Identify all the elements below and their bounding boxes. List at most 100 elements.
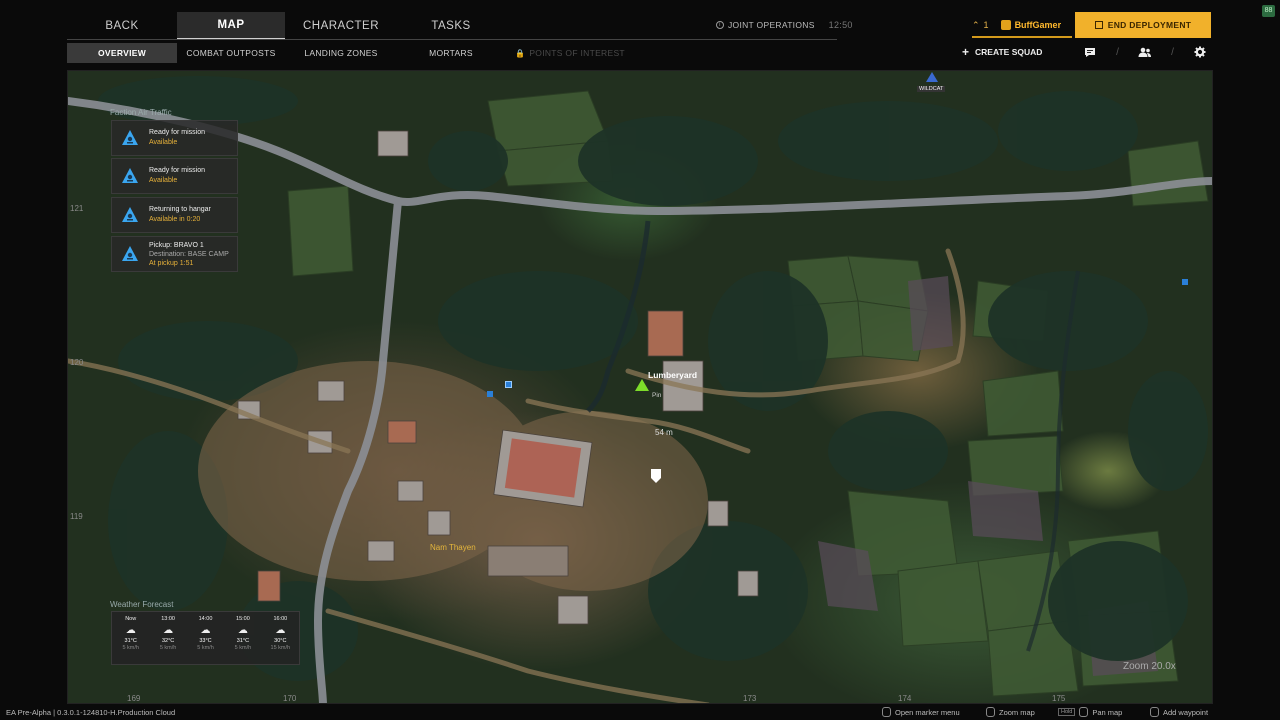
air-traffic-card[interactable]: Ready for mission Available	[111, 158, 238, 194]
tab-map[interactable]: MAP	[177, 12, 285, 40]
weather-hour: Now	[125, 616, 137, 622]
grid-label: 121	[70, 204, 84, 213]
player-marker-icon	[635, 379, 649, 391]
air-traffic-title: Faction Air Traffic	[110, 108, 172, 117]
helicopter-icon	[122, 207, 138, 222]
create-squad-label: CREATE SQUAD	[975, 47, 1043, 57]
subtab-mortars[interactable]: MORTARS	[397, 43, 505, 63]
weather-hour: 13:00	[161, 616, 175, 622]
mouse-left-icon	[1079, 707, 1089, 717]
tab-character[interactable]: CHARACTER	[285, 12, 397, 40]
air-availability: At pickup 1:51	[149, 259, 194, 267]
info-icon: i	[716, 21, 724, 29]
base-marker-icon	[926, 72, 938, 82]
base-label: WILDCAT	[917, 86, 946, 92]
friendly-marker-icon	[487, 391, 493, 397]
weather-temp: 30°C	[274, 638, 287, 644]
air-availability: Available in 0:20	[149, 216, 201, 223]
weather-wind: 15 km/h	[270, 645, 291, 651]
weather-wind: 5 km/h	[122, 645, 139, 651]
air-status: Returning to hangar	[149, 206, 211, 213]
cloud-rain-icon: ☁	[125, 625, 136, 636]
grid-label: 174	[898, 694, 912, 703]
weather-temp: 31°C	[124, 638, 137, 644]
weather-column: 14:00 ☁ 33°C 5 km/h	[187, 612, 224, 664]
divider: /	[1116, 46, 1119, 58]
subtab-combat-outposts[interactable]: COMBAT OUTPOSTS	[177, 43, 285, 63]
air-status: Pickup: BRAVO 1	[149, 241, 204, 249]
air-traffic-card[interactable]: Returning to hangar Available in 0:20	[111, 197, 238, 233]
hint-zoom-map: Zoom map	[986, 707, 1035, 717]
location-sublabel: Pin	[652, 392, 662, 399]
weather-title: Weather Forecast	[110, 600, 174, 609]
grid-label: 170	[283, 694, 297, 703]
cloud-rain-icon: ☁	[237, 625, 248, 636]
main-tabs: BACK MAP CHARACTER TASKS	[67, 12, 505, 40]
mouse-wheel-icon	[986, 707, 995, 717]
tab-back[interactable]: BACK	[67, 12, 177, 40]
hint-label: Zoom map	[999, 707, 1035, 717]
mouse-left-icon	[1150, 707, 1159, 717]
weather-hour: 15:00	[236, 616, 250, 622]
cloud-rain-icon: ☁	[200, 625, 211, 636]
helicopter-icon	[122, 130, 138, 145]
weather-hour: 14:00	[198, 616, 213, 622]
grid-label: 169	[127, 694, 141, 703]
version-label: EA Pre-Alpha | 0.3.0.1-124810-H.Producti…	[6, 708, 176, 717]
hint-pan-map: Hold Pan map	[1058, 707, 1122, 717]
grid-label: 173	[743, 694, 757, 703]
weather-temp: 33°C	[199, 638, 212, 644]
player-info[interactable]: ⌃ 1 BuffGamer	[972, 14, 1072, 38]
gear-icon	[1194, 46, 1206, 58]
subtab-landing-zones[interactable]: LANDING ZONES	[285, 43, 397, 63]
mouse-right-icon	[882, 707, 891, 717]
air-traffic-card[interactable]: Pickup: BRAVO 1 Destination: BASE CAMP At …	[111, 236, 238, 272]
weather-column: 15:00 ☁ 31°C 5 km/h	[224, 612, 261, 664]
create-squad-button[interactable]: + CREATE SQUAD	[962, 43, 1042, 61]
settings-button[interactable]	[1190, 43, 1210, 61]
weather-temp: 32°C	[161, 638, 175, 644]
chat-icon	[1085, 47, 1095, 57]
weather-wind: 5 km/h	[234, 645, 252, 651]
divider: /	[1171, 46, 1174, 58]
game-mode-label: JOINT OPERATIONS	[728, 20, 815, 30]
air-traffic-card[interactable]: Ready for mission Available	[111, 120, 238, 156]
subtab-points-of-interest: 🔒 POINTS OF INTEREST	[505, 43, 635, 63]
weather-column: 13:00 ☁ 32°C 5 km/h	[149, 612, 186, 664]
subtab-overview[interactable]: OVERVIEW	[67, 43, 177, 63]
social-button[interactable]	[1135, 43, 1155, 61]
chat-button[interactable]	[1080, 43, 1100, 61]
location-label-village[interactable]: Nam Thayen	[430, 543, 476, 552]
grid-label: 175	[1052, 694, 1066, 703]
hint-label: Add waypoint	[1163, 707, 1209, 717]
player-count: 1	[983, 20, 989, 30]
weather-column: Now ☁ 31°C 5 km/h	[112, 612, 149, 664]
air-status: Ready for mission	[149, 167, 206, 174]
end-deployment-label: END DEPLOYMENT	[1107, 20, 1192, 30]
waypoint-distance: 54 m	[655, 428, 673, 437]
header-actions: / /	[1080, 43, 1210, 61]
sub-tabs: OVERVIEW COMBAT OUTPOSTS LANDING ZONES M…	[67, 43, 635, 63]
hint-label: Pan map	[1092, 707, 1123, 717]
tab-tasks[interactable]: TASKS	[397, 12, 505, 40]
subtab-points-of-interest-label: POINTS OF INTEREST	[529, 48, 625, 58]
game-mode: i JOINT OPERATIONS 12:50	[716, 20, 853, 30]
hold-label: Hold	[1058, 708, 1076, 716]
hint-add-waypoint: Add waypoint	[1150, 707, 1208, 717]
zoom-level: Zoom 20.0x	[1123, 661, 1176, 672]
air-destination: Destination: BASE CAMP	[149, 250, 229, 258]
weather-forecast: Now ☁ 31°C 5 km/h 13:00 ☁ 32°C 5 km/h 14…	[111, 611, 300, 665]
hint-open-marker-menu: Open marker menu	[882, 707, 960, 717]
air-status: Ready for mission	[149, 129, 206, 136]
users-icon	[1138, 47, 1151, 57]
cloud-rain-icon: ☁	[163, 625, 174, 636]
status-badge: 88	[1262, 5, 1275, 17]
location-label-lumberyard[interactable]: Lumberyard	[648, 370, 697, 380]
hint-label: Open marker menu	[895, 707, 960, 717]
grid-label: 120	[70, 358, 84, 367]
faction-badge-icon	[1000, 20, 1011, 30]
end-deployment-button[interactable]: END DEPLOYMENT	[1075, 12, 1211, 38]
air-availability: Available	[149, 139, 178, 146]
waypoint-icon[interactable]	[650, 468, 662, 484]
cloud-rain-icon: ☁	[275, 625, 286, 636]
